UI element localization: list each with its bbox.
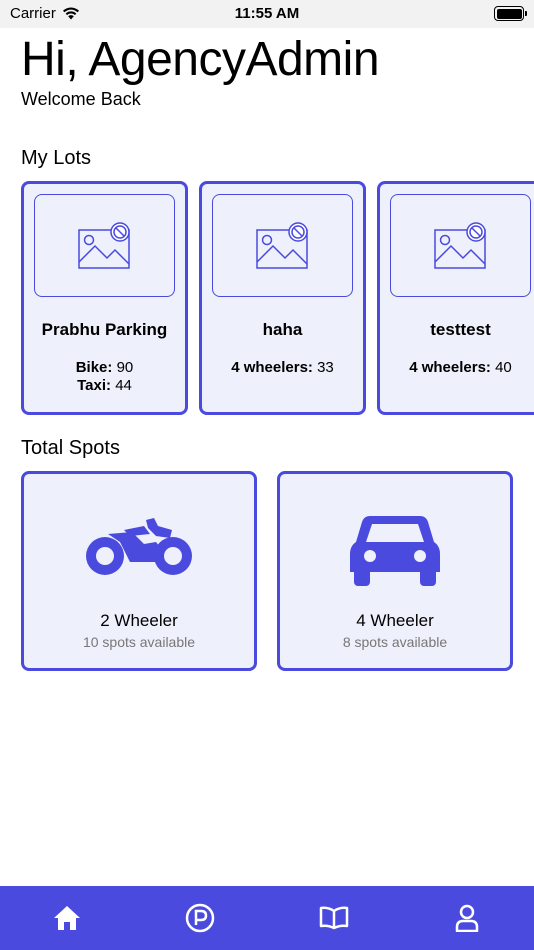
- home-icon: [53, 906, 80, 930]
- welcome-subtitle: Welcome Back: [21, 89, 141, 109]
- motorcycle-icon: [86, 518, 192, 575]
- tab-profile[interactable]: [401, 886, 534, 950]
- capacity-value: 40: [495, 359, 512, 376]
- no-image-icon: [77, 221, 130, 269]
- total-spots-heading: Total Spots: [21, 437, 120, 459]
- image-placeholder: [212, 194, 353, 297]
- parking-icon: [186, 903, 215, 933]
- image-placeholder: [390, 194, 531, 297]
- tab-home[interactable]: [0, 886, 134, 950]
- capacity-value: 44: [115, 377, 132, 394]
- no-image-icon: [255, 221, 308, 269]
- two-wheeler-card[interactable]: 2 Wheeler 10 spots available: [21, 471, 257, 671]
- lot-capacity: 4 wheelers: 33: [202, 359, 363, 377]
- status-bar: Carrier 11:55 AM: [0, 0, 534, 28]
- capacity-value: 33: [317, 359, 334, 376]
- no-image-icon: [433, 221, 486, 269]
- car-icon: [350, 516, 440, 586]
- battery-icon: [494, 6, 527, 21]
- status-time: 11:55 AM: [234, 5, 300, 22]
- capacity-label: 4 wheelers:: [231, 359, 313, 376]
- lot-card[interactable]: Prabhu Parking Bike: 90 Taxi: 44: [21, 181, 188, 415]
- user-icon: [456, 904, 479, 932]
- capacity-value: 90: [116, 359, 134, 376]
- book-icon: [319, 906, 348, 930]
- lot-capacity: Bike: 90 Taxi: 44: [24, 359, 185, 395]
- lot-capacity: 4 wheelers: 40: [380, 359, 534, 377]
- bottom-tab-bar: [0, 886, 534, 950]
- lot-name: testtest: [430, 320, 491, 339]
- lot-card[interactable]: testtest 4 wheelers: 40: [377, 181, 534, 415]
- my-lots-heading: My Lots: [21, 147, 92, 169]
- spot-type-label: 2 Wheeler: [100, 611, 178, 630]
- capacity-label: 4 wheelers:: [409, 359, 491, 376]
- spots-available: 10 spots available: [82, 634, 196, 650]
- lot-card[interactable]: haha 4 wheelers: 33: [199, 181, 366, 415]
- image-placeholder: [34, 194, 175, 297]
- spots-available: 8 spots available: [342, 634, 448, 650]
- four-wheeler-card[interactable]: 4 Wheeler 8 spots available: [277, 471, 513, 671]
- capacity-label: Bike:: [75, 359, 113, 376]
- spot-type-label: 4 Wheeler: [356, 611, 434, 630]
- tab-parking[interactable]: [134, 886, 268, 950]
- capacity-label: Taxi:: [77, 377, 112, 394]
- tab-bookings[interactable]: [267, 886, 401, 950]
- lot-name: haha: [262, 320, 303, 339]
- lots-carousel[interactable]: Prabhu Parking Bike: 90 Taxi: 44 haha 4 …: [21, 181, 534, 415]
- lot-name: Prabhu Parking: [41, 320, 168, 339]
- greeting-title: Hi, AgencyAdmin: [21, 33, 380, 86]
